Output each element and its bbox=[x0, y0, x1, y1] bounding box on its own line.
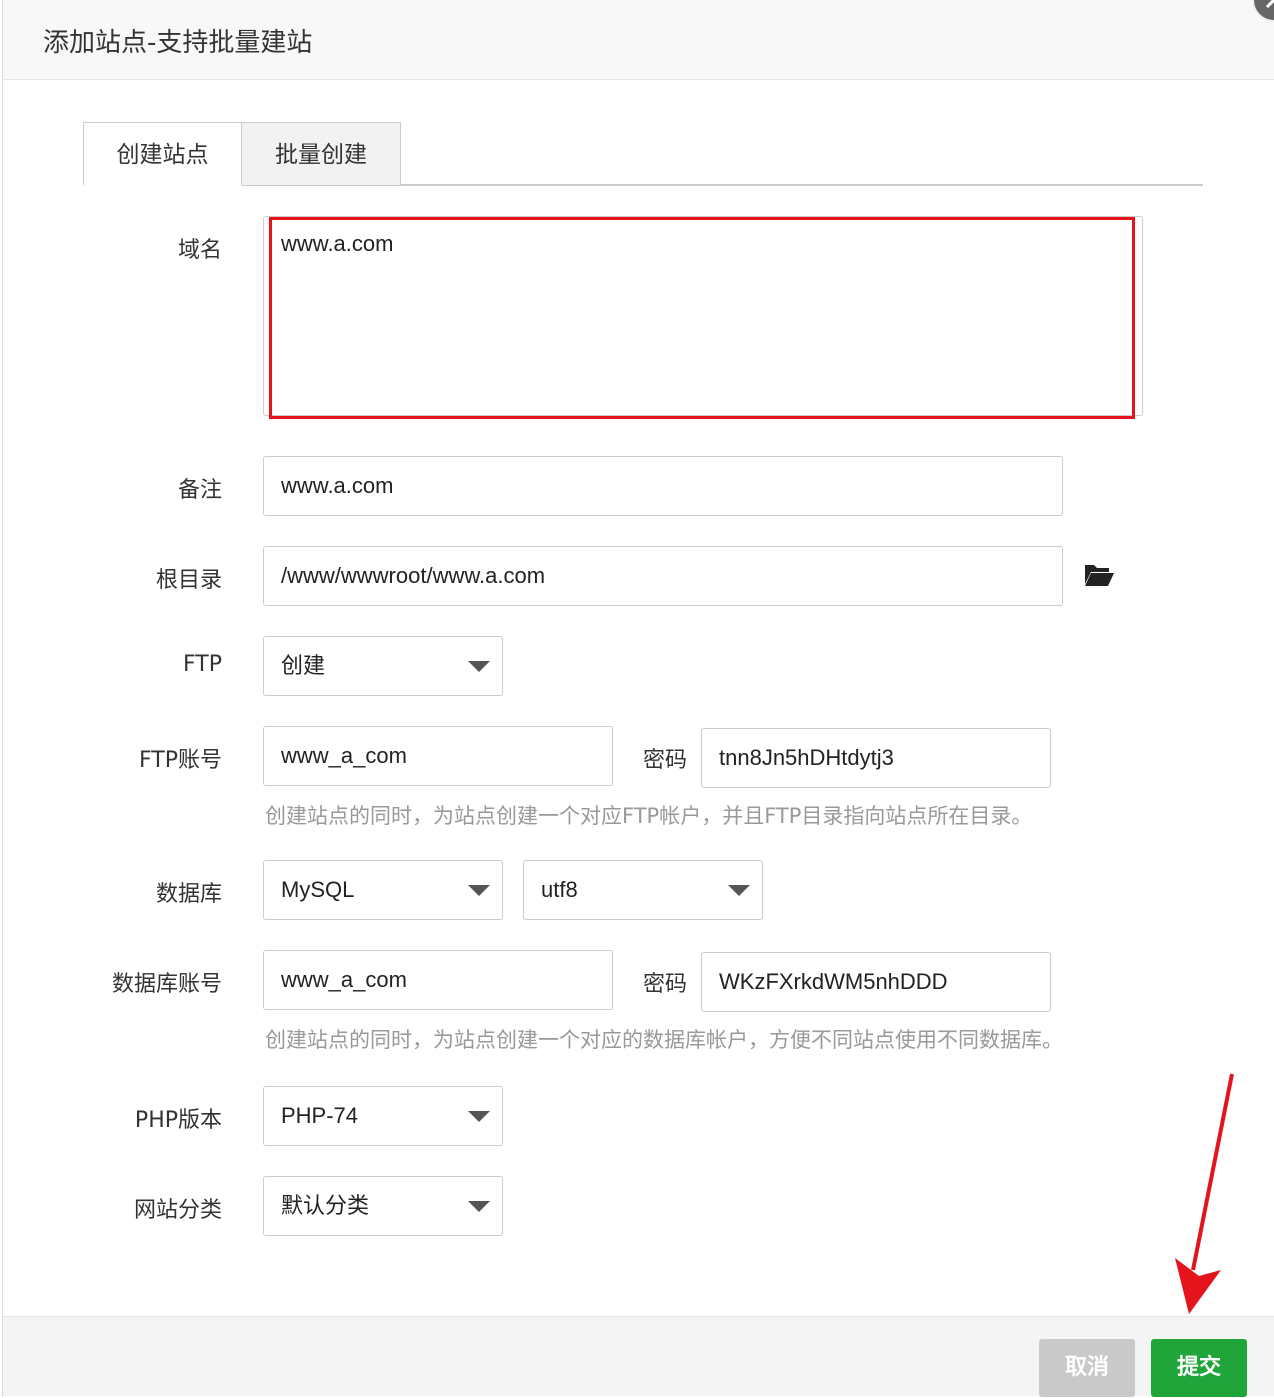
folder-open-icon[interactable] bbox=[1083, 562, 1115, 592]
dialog-titlebar: 添加站点-支持批量建站 bbox=[3, 0, 1274, 80]
root-label: 根目录 bbox=[155, 568, 222, 593]
chevron-down-icon bbox=[468, 661, 490, 672]
add-site-dialog: 添加站点-支持批量建站 创建站点 批量创建 域名 www.a.com 备注 ww… bbox=[2, 0, 1274, 1397]
highlight-box bbox=[269, 217, 1135, 419]
database-charset-select[interactable]: utf8 bbox=[523, 860, 763, 920]
db-account-label: 数据库账号 bbox=[111, 972, 222, 997]
php-label: PHP版本 bbox=[134, 1108, 222, 1133]
chevron-down-icon bbox=[728, 885, 750, 896]
ftp-username-input[interactable]: www_a_com bbox=[263, 726, 613, 786]
tab-create-site[interactable]: 创建站点 bbox=[83, 122, 242, 186]
ftp-selected: 创建 bbox=[281, 653, 326, 678]
domain-value: www.a.com bbox=[281, 231, 394, 256]
db-password-input[interactable]: WKzFXrkdWM5nhDDD bbox=[701, 952, 1051, 1012]
site-category-selected: 默认分类 bbox=[281, 1193, 370, 1218]
database-type-select[interactable]: MySQL bbox=[263, 860, 503, 920]
ftp-hint: 创建站点的同时，为站点创建一个对应FTP帐户，并且FTP目录指向站点所在目录。 bbox=[265, 804, 1033, 828]
db-hint: 创建站点的同时，为站点创建一个对应的数据库帐户，方便不同站点使用不同数据库。 bbox=[265, 1028, 1063, 1052]
site-category-select[interactable]: 默认分类 bbox=[263, 1176, 503, 1236]
domain-label: 域名 bbox=[177, 238, 222, 263]
submit-button[interactable]: 提交 bbox=[1151, 1339, 1247, 1397]
ftp-password-label: 密码 bbox=[643, 748, 688, 773]
ftp-account-label: FTP账号 bbox=[139, 748, 222, 773]
chevron-down-icon bbox=[468, 1111, 490, 1122]
category-label: 网站分类 bbox=[133, 1198, 222, 1223]
dialog-footer: 取消 提交 bbox=[3, 1316, 1274, 1397]
tab-bar: 创建站点 批量创建 bbox=[83, 122, 1203, 186]
domain-textarea[interactable]: www.a.com bbox=[263, 216, 1143, 419]
php-version-select[interactable]: PHP-74 bbox=[263, 1086, 503, 1146]
database-charset-selected: utf8 bbox=[541, 877, 578, 902]
ftp-password-input[interactable]: tnn8Jn5hDHtdytj3 bbox=[701, 728, 1051, 788]
ftp-label: FTP bbox=[183, 652, 222, 677]
note-label: 备注 bbox=[177, 478, 222, 503]
database-label: 数据库 bbox=[155, 882, 222, 907]
tab-batch-create[interactable]: 批量创建 bbox=[242, 122, 401, 186]
db-password-label: 密码 bbox=[643, 972, 688, 997]
database-type-selected: MySQL bbox=[281, 877, 355, 902]
chevron-down-icon bbox=[468, 885, 490, 896]
chevron-down-icon bbox=[468, 1201, 490, 1212]
root-dir-input[interactable]: /www/wwwroot/www.a.com bbox=[263, 546, 1063, 606]
note-input[interactable]: www.a.com bbox=[263, 456, 1063, 516]
ftp-select[interactable]: 创建 bbox=[263, 636, 503, 696]
dialog-title: 添加站点-支持批量建站 bbox=[43, 28, 313, 58]
php-version-selected: PHP-74 bbox=[281, 1103, 359, 1128]
cancel-button[interactable]: 取消 bbox=[1039, 1339, 1135, 1397]
annotation-arrow-icon bbox=[1163, 1070, 1243, 1324]
db-username-input[interactable]: www_a_com bbox=[263, 950, 613, 1010]
